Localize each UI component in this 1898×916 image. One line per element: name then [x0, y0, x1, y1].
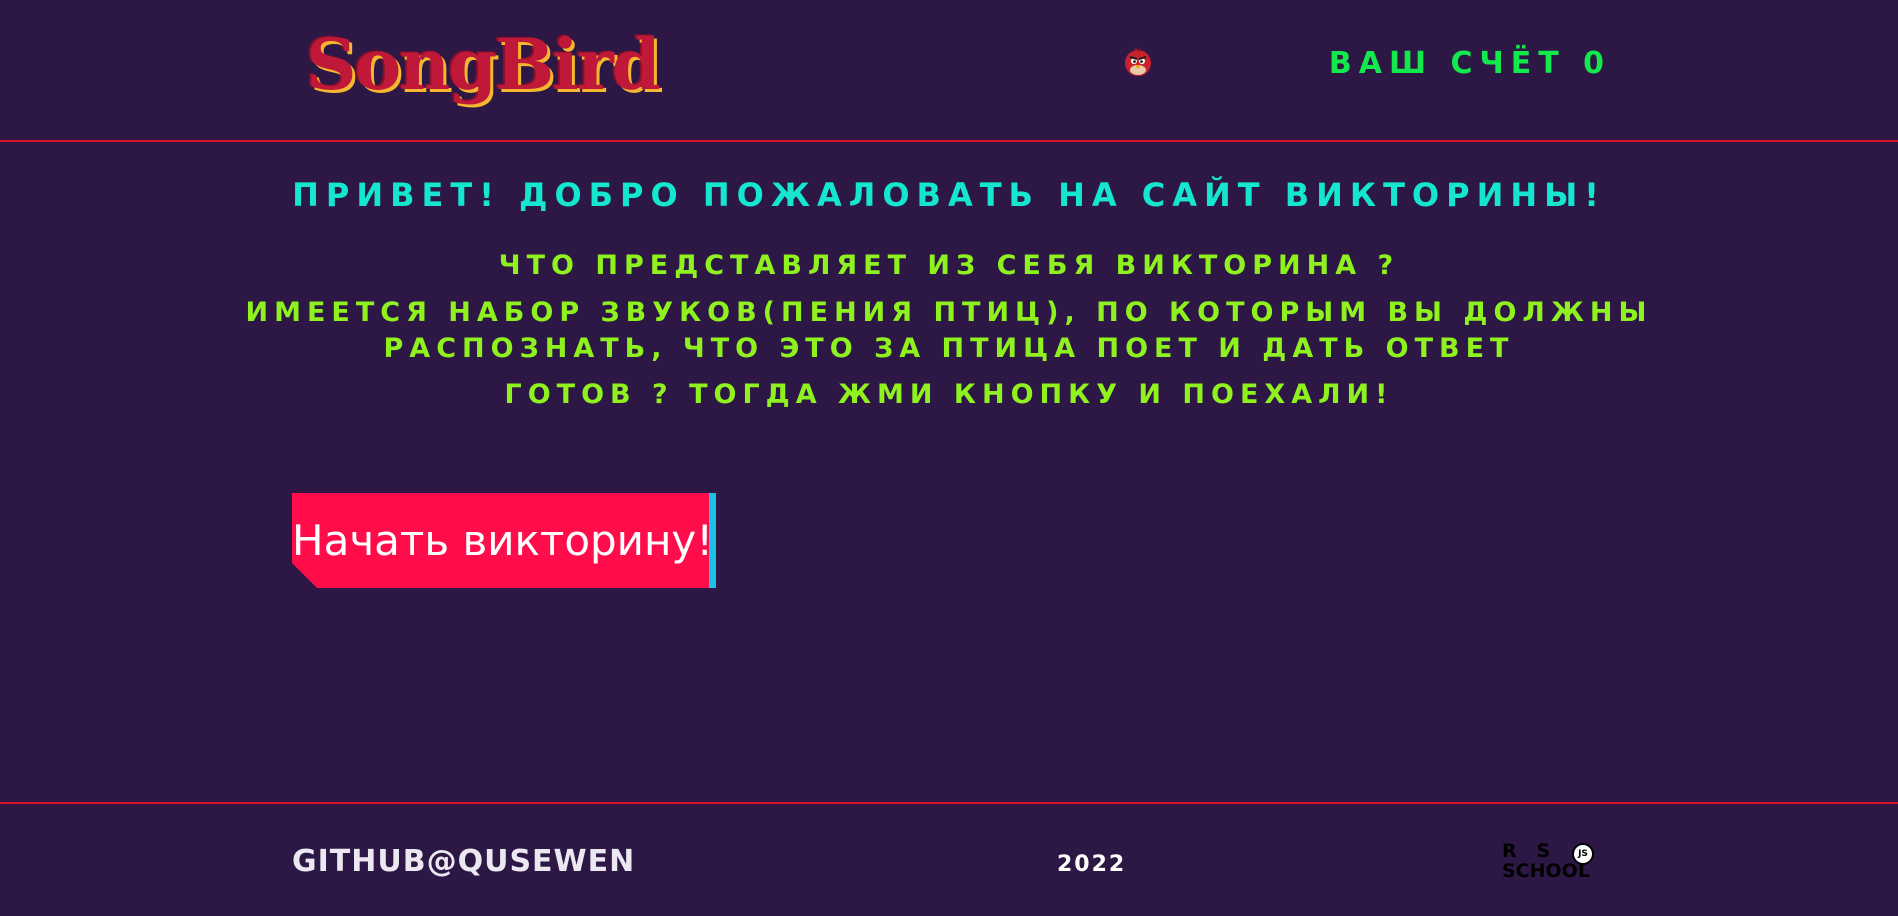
score-label: ВАШ СЧЁТ	[1328, 46, 1566, 81]
rs-logo-row-2: SCHOOL	[1502, 860, 1590, 882]
quiz-question: ЧТО ПРЕДСТАВЛЯЕТ ИЗ СЕБЯ ВИКТОРИНА ?	[498, 250, 1400, 281]
angry-red-bird-icon	[1125, 47, 1151, 76]
rs-logo-row-1: R S	[1502, 840, 1551, 862]
score-display: ВАШ СЧЁТ 0	[1329, 46, 1611, 81]
js-badge-icon: JS	[1572, 843, 1594, 865]
quiz-description: ИМЕЕТСЯ НАБОР ЗВУКОВ(ПЕНИЯ ПТИЦ), ПО КОТ…	[0, 295, 1898, 367]
rs-school-logo[interactable]: R S SCHOOL JS	[1500, 840, 1612, 884]
quiz-description-line-1: ИМЕЕТСЯ НАБОР ЗВУКОВ(ПЕНИЯ ПТИЦ), ПО КОТ…	[245, 297, 1653, 328]
call-to-action: ГОТОВ ? ТОГДА ЖМИ КНОПКУ И ПОЕХАЛИ!	[504, 379, 1394, 410]
footer: GITHUB@QUSEWEN 2022 R S SCHOOL JS	[0, 802, 1898, 916]
score-value: 0	[1583, 46, 1611, 81]
quiz-description-line-2: РАСПОЗНАТЬ, ЧТО ЭТО ЗА ПТИЦА ПОЕТ И ДАТЬ…	[383, 333, 1515, 364]
start-quiz-button[interactable]: Начать викторину!	[292, 493, 716, 588]
songbird-logo[interactable]: SongBird	[306, 30, 661, 100]
header: SongBird ВАШ СЧЁТ 0	[0, 0, 1898, 142]
github-link[interactable]: GITHUB@QUSEWEN	[292, 844, 635, 879]
footer-year: 2022	[1057, 852, 1127, 877]
welcome-heading: ПРИВЕТ! ДОБРО ПОЖАЛОВАТЬ НА САЙТ ВИКТОРИ…	[292, 176, 1606, 214]
